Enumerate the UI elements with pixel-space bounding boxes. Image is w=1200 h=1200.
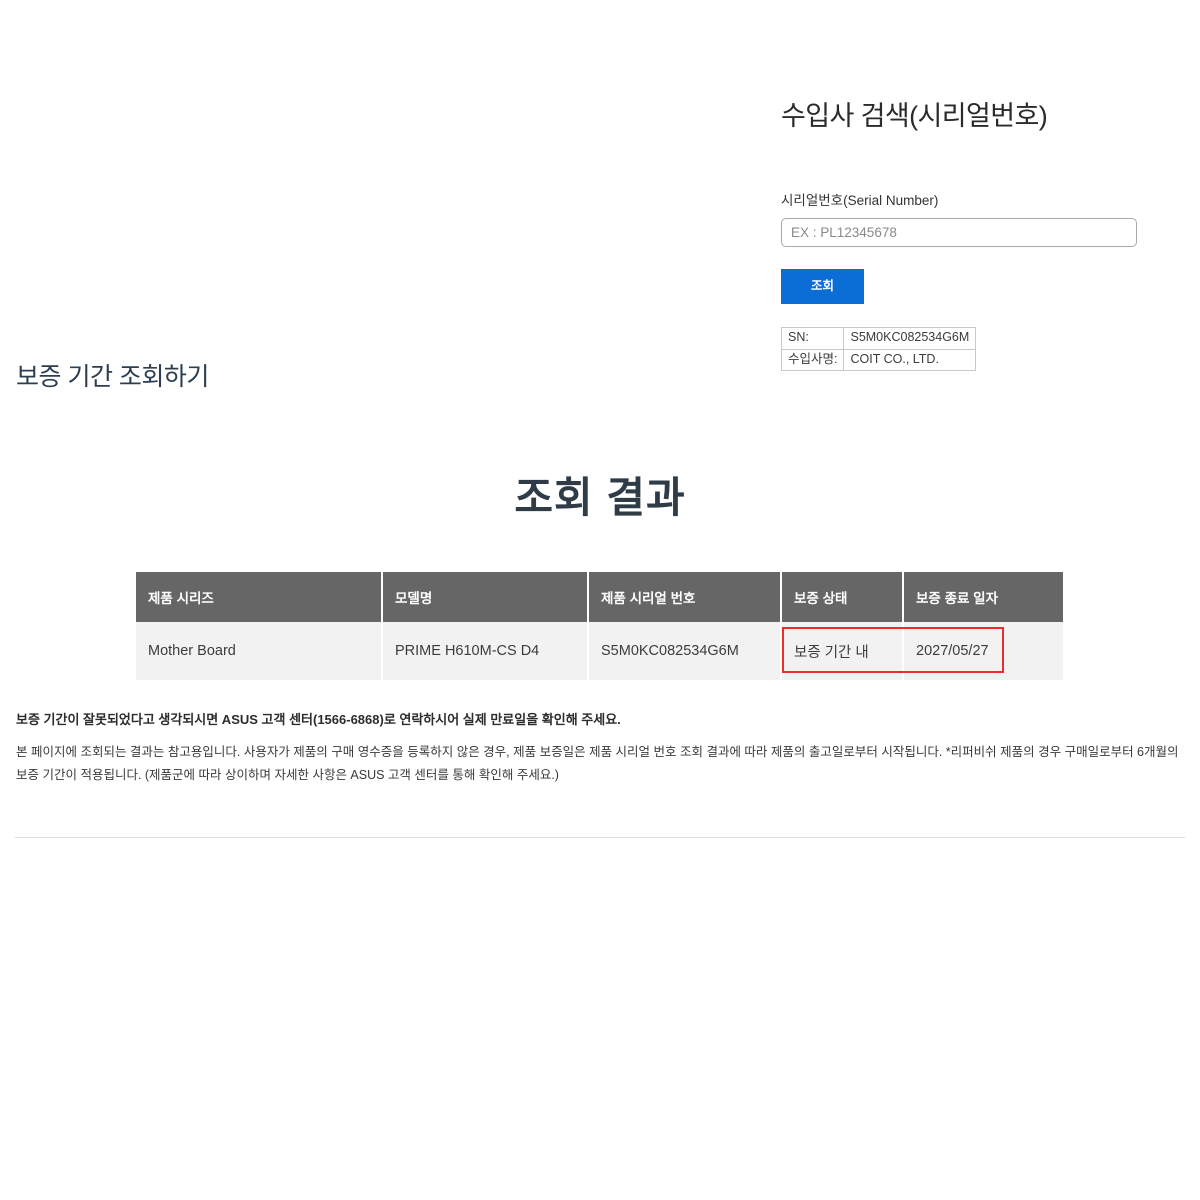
cell-product-series: Mother Board [136, 622, 383, 680]
importer-search-title: 수입사 검색(시리얼번호) [781, 101, 1048, 131]
section-divider [15, 837, 1185, 838]
column-header-end-date: 보증 종료 일자 [903, 572, 1063, 622]
cell-warranty-end: 2027/05/27 [903, 622, 1063, 680]
serial-number-input[interactable] [781, 217, 1137, 247]
warranty-contact-note: 보증 기간이 잘못되었다고 생각되시면 ASUS 고객 센터(1566-6868… [16, 712, 621, 727]
warranty-disclaimer-note: 본 페이지에 조회되는 결과는 참고용입니다. 사용자가 제품의 구매 영수증을… [16, 745, 1179, 783]
column-header-serial: 제품 시리얼 번호 [588, 572, 782, 622]
warranty-result-table: 제품 시리즈 모델명 제품 시리얼 번호 보증 상태 보증 종료 일자 Moth… [136, 572, 1063, 680]
column-header-model: 모델명 [382, 572, 589, 622]
cell-model-name: PRIME H610M-CS D4 [382, 622, 589, 680]
table-header-row: 제품 시리즈 모델명 제품 시리얼 번호 보증 상태 보증 종료 일자 [136, 572, 1063, 622]
warranty-lookup-heading: 보증 기간 조회하기 [16, 363, 209, 391]
importer-name-label: 수입사명: [780, 348, 845, 372]
column-header-status: 보증 상태 [781, 572, 904, 622]
sn-info-table: SN: S5M0KC082534G6M 수입사명: COIT CO., LTD. [780, 326, 977, 372]
serial-number-label: 시리얼번호(Serial Number) [781, 193, 939, 209]
cell-serial-number: S5M0KC082534G6M [588, 622, 782, 680]
importer-search-panel: 수입사 검색(시리얼번호) 시리얼번호(Serial Number) 조회 SN… [780, 100, 1181, 372]
page-root: 수입사 검색(시리얼번호) 시리얼번호(Serial Number) 조회 SN… [0, 0, 1200, 1200]
result-title: 조회 결과 [514, 474, 686, 521]
table-row: 수입사명: COIT CO., LTD. [780, 348, 977, 372]
search-button[interactable]: 조회 [781, 268, 864, 304]
sn-value: S5M0KC082534G6M [843, 326, 977, 350]
cell-warranty-status: 보증 기간 내 [781, 622, 904, 680]
sn-label: SN: [780, 326, 845, 350]
column-header-series: 제품 시리즈 [136, 572, 383, 622]
table-row: SN: S5M0KC082534G6M [780, 326, 977, 350]
table-row: Mother Board PRIME H610M-CS D4 S5M0KC082… [136, 622, 1063, 680]
importer-name-value: COIT CO., LTD. [843, 348, 977, 372]
